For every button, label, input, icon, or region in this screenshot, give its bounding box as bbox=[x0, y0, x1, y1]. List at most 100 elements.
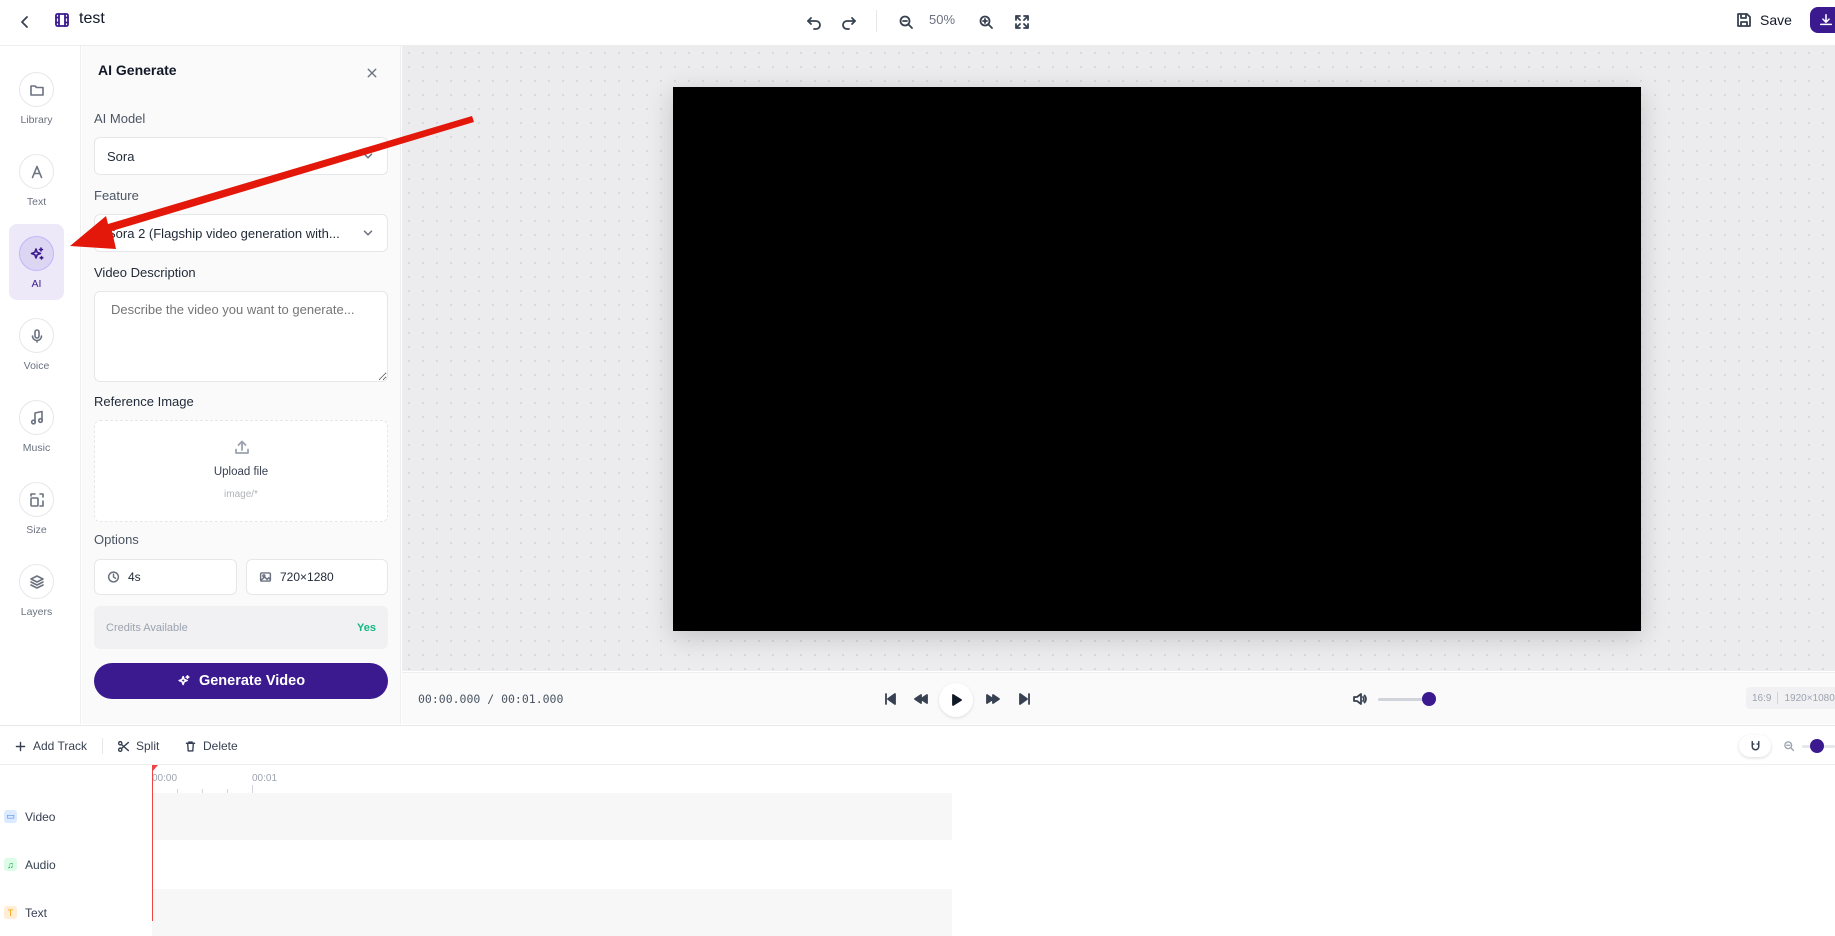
panel-title: AI Generate bbox=[98, 62, 177, 78]
fast-forward-icon[interactable] bbox=[982, 688, 1004, 710]
generate-video-button[interactable]: Generate Video bbox=[94, 663, 388, 699]
volume-thumb[interactable] bbox=[1422, 692, 1437, 706]
duration-select[interactable]: 4s bbox=[94, 559, 237, 595]
timecode: 00:00.000 / 00:01.000 bbox=[418, 692, 564, 706]
track-label-audio: ♫ Audio bbox=[0, 841, 152, 888]
ai-model-value: Sora bbox=[107, 148, 135, 164]
toolbar-divider bbox=[876, 10, 877, 32]
rail-item-music[interactable]: Music bbox=[9, 388, 64, 464]
sparkles-icon bbox=[19, 236, 54, 271]
reference-image-label: Reference Image bbox=[94, 394, 194, 409]
scissors-icon bbox=[117, 740, 130, 752]
rail-item-label: Music bbox=[22, 442, 51, 454]
audio-track[interactable]: ♫ Audio bbox=[0, 841, 952, 888]
trash-icon bbox=[185, 740, 196, 752]
volume-icon[interactable] bbox=[1349, 688, 1371, 710]
track-label-video: ▭ Video bbox=[0, 793, 152, 840]
rail-item-layers[interactable]: Layers bbox=[9, 552, 64, 628]
rail-item-label: Layers bbox=[20, 606, 53, 618]
track-name: Video bbox=[25, 809, 56, 824]
credits-label: Credits Available bbox=[106, 621, 188, 634]
ruler-label: 00:00 bbox=[152, 773, 178, 784]
toolbar-divider bbox=[102, 738, 103, 754]
project-title[interactable]: test bbox=[79, 10, 105, 28]
redo-icon[interactable] bbox=[838, 11, 860, 33]
ai-model-select[interactable]: Sora bbox=[94, 137, 388, 175]
music-icon bbox=[19, 400, 54, 435]
ruler-label: 00:01 bbox=[252, 773, 278, 784]
skip-to-start-icon[interactable] bbox=[879, 688, 901, 710]
chevron-down-icon bbox=[361, 226, 375, 240]
ai-model-label: AI Model bbox=[94, 111, 146, 126]
music-icon: ♫ bbox=[4, 858, 17, 871]
resolution-select[interactable]: 720×1280 bbox=[246, 559, 388, 595]
delete-button[interactable]: Delete bbox=[184, 726, 238, 766]
rail-item-ai[interactable]: AI bbox=[9, 224, 64, 300]
credits-value: Yes bbox=[357, 621, 376, 634]
rail-item-label: Text bbox=[26, 196, 47, 208]
canvas-area[interactable] bbox=[402, 46, 1835, 671]
zoom-out-icon[interactable] bbox=[895, 11, 917, 33]
timeline-zoom-out-icon[interactable] bbox=[1780, 736, 1798, 756]
save-button[interactable]: Save bbox=[1736, 8, 1792, 32]
add-track-label: Add Track bbox=[33, 739, 88, 753]
top-bar: test 50% Save bbox=[0, 0, 1835, 46]
chevron-down-icon bbox=[361, 149, 375, 163]
split-label: Split bbox=[136, 739, 160, 753]
track-lane[interactable] bbox=[152, 793, 952, 840]
export-button[interactable] bbox=[1810, 7, 1835, 33]
ai-generate-panel: AI Generate AI Model Sora Feature Sora 2… bbox=[82, 46, 401, 724]
plus-icon bbox=[15, 741, 26, 751]
text-icon bbox=[19, 154, 54, 189]
playhead[interactable] bbox=[152, 765, 158, 921]
rail-item-size[interactable]: Size bbox=[9, 470, 64, 546]
undo-icon[interactable] bbox=[803, 11, 825, 33]
save-icon bbox=[1736, 12, 1752, 28]
upload-icon bbox=[232, 437, 252, 457]
resolution-value: 720×1280 bbox=[280, 570, 334, 584]
ruler-tick bbox=[252, 785, 253, 793]
back-icon[interactable] bbox=[14, 11, 36, 33]
video-preview[interactable] bbox=[673, 87, 1641, 631]
timeline: 00:00 00:01 ▭ Video ♫ Audio T Text bbox=[0, 765, 1835, 936]
rail-item-label: AI bbox=[31, 278, 42, 290]
upload-label: Upload file bbox=[213, 466, 269, 478]
magnet-snap-icon[interactable] bbox=[1739, 735, 1771, 757]
video-description-input[interactable] bbox=[94, 291, 388, 382]
rail-item-label: Library bbox=[20, 114, 53, 126]
video-track[interactable]: ▭ Video bbox=[0, 793, 952, 840]
track-name: Text bbox=[25, 905, 48, 920]
play-button[interactable] bbox=[939, 683, 973, 717]
image-icon bbox=[259, 571, 272, 584]
rail-item-text[interactable]: Text bbox=[9, 142, 64, 218]
text-icon: T bbox=[4, 906, 17, 919]
fit-screen-icon[interactable] bbox=[1011, 11, 1033, 33]
track-name: Audio bbox=[25, 857, 56, 872]
timeline-ruler[interactable]: 00:00 00:01 bbox=[152, 765, 952, 793]
text-track[interactable]: T Text bbox=[0, 889, 952, 936]
rewind-icon[interactable] bbox=[910, 688, 932, 710]
clock-icon bbox=[107, 571, 120, 584]
track-lane[interactable] bbox=[152, 841, 952, 888]
video-icon: ▭ bbox=[4, 810, 17, 823]
feature-select[interactable]: Sora 2 (Flagship video generation with..… bbox=[94, 214, 388, 252]
volume-slider[interactable] bbox=[1378, 692, 1437, 706]
close-icon[interactable] bbox=[362, 63, 382, 83]
zoom-in-icon[interactable] bbox=[975, 11, 997, 33]
playback-bar: 00:00.000 / 00:01.000 16:9 1920×1080 bbox=[402, 672, 1835, 724]
folder-icon bbox=[19, 72, 54, 107]
rail-item-voice[interactable]: Voice bbox=[9, 306, 64, 382]
upload-dropzone[interactable]: Upload file image/* bbox=[94, 420, 388, 522]
skip-to-end-icon[interactable] bbox=[1014, 688, 1036, 710]
feature-label: Feature bbox=[94, 188, 139, 203]
playhead-marker[interactable] bbox=[152, 765, 158, 772]
add-track-button[interactable]: Add Track bbox=[14, 726, 87, 766]
track-lane[interactable] bbox=[152, 889, 952, 936]
badge-divider bbox=[1777, 692, 1779, 704]
zoom-level: 50% bbox=[929, 12, 956, 27]
rail-item-library[interactable]: Library bbox=[9, 60, 64, 136]
timeline-zoom-thumb[interactable] bbox=[1810, 739, 1824, 753]
timeline-zoom-slider[interactable] bbox=[1802, 739, 1835, 753]
split-button[interactable]: Split bbox=[117, 726, 159, 766]
layers-icon bbox=[19, 564, 54, 599]
